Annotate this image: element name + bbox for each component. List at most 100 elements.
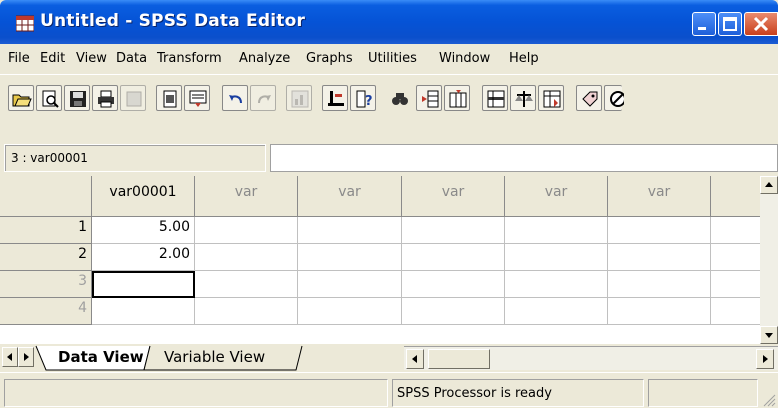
processor-status: SPSS Processor is ready bbox=[392, 379, 644, 407]
data-cell[interactable] bbox=[711, 244, 760, 271]
horizontal-scroll-thumb[interactable] bbox=[428, 349, 490, 369]
menu-graphs[interactable]: Graphs bbox=[306, 51, 353, 66]
undo-dialog-button[interactable] bbox=[156, 85, 182, 111]
split-file-button[interactable] bbox=[482, 85, 508, 111]
tab-prev-button[interactable] bbox=[2, 347, 18, 367]
scroll-up-button[interactable] bbox=[760, 176, 778, 194]
svg-text:?: ? bbox=[365, 94, 373, 109]
print-button[interactable] bbox=[92, 85, 118, 111]
goto-chart-button[interactable] bbox=[286, 85, 312, 111]
select-cases-button[interactable] bbox=[538, 85, 564, 111]
data-cell[interactable] bbox=[402, 217, 505, 244]
spss-grid-icon bbox=[16, 15, 34, 32]
arrow-left-icon bbox=[412, 355, 417, 363]
goto-case-button[interactable] bbox=[184, 85, 210, 111]
value-labels-button[interactable] bbox=[576, 85, 602, 111]
scroll-right-button[interactable] bbox=[756, 349, 774, 369]
data-cell[interactable] bbox=[711, 217, 760, 244]
maximize-icon bbox=[723, 17, 737, 31]
close-button[interactable] bbox=[744, 12, 778, 36]
vertical-scrollbar[interactable] bbox=[760, 176, 778, 344]
data-cell[interactable] bbox=[195, 298, 298, 325]
use-sets-button[interactable] bbox=[604, 85, 624, 111]
menu-file[interactable]: File bbox=[8, 51, 30, 66]
variables-button[interactable]: ? bbox=[350, 85, 376, 111]
menu-help[interactable]: Help bbox=[509, 51, 539, 66]
column-header[interactable]: var bbox=[608, 176, 711, 217]
menu-data[interactable]: Data bbox=[116, 51, 147, 66]
data-cell[interactable] bbox=[195, 271, 298, 298]
data-cell[interactable] bbox=[505, 217, 608, 244]
data-cell[interactable] bbox=[402, 244, 505, 271]
data-cell[interactable] bbox=[608, 298, 711, 325]
goto-case-icon bbox=[189, 90, 207, 107]
maximize-button[interactable] bbox=[718, 12, 742, 36]
data-cell[interactable] bbox=[195, 244, 298, 271]
data-cell[interactable] bbox=[711, 298, 760, 325]
menu-analyze[interactable]: Analyze bbox=[239, 51, 290, 66]
cell-value-editor[interactable] bbox=[270, 144, 778, 172]
data-cell[interactable] bbox=[298, 217, 402, 244]
data-cell[interactable] bbox=[298, 298, 402, 325]
minimize-button[interactable] bbox=[692, 12, 716, 36]
scroll-down-button[interactable] bbox=[760, 326, 778, 344]
weight-cases-button[interactable] bbox=[510, 85, 536, 111]
insert-cases-button[interactable] bbox=[416, 85, 442, 111]
horizontal-scrollbar[interactable] bbox=[404, 346, 778, 370]
data-cell[interactable] bbox=[505, 244, 608, 271]
menu-utilities[interactable]: Utilities bbox=[368, 51, 417, 66]
dialog-recall-icon bbox=[126, 91, 142, 107]
data-cell[interactable]: 2.00 bbox=[92, 244, 195, 271]
print-preview-button[interactable] bbox=[36, 85, 62, 111]
row-header[interactable]: 4 bbox=[0, 298, 92, 325]
data-cell[interactable] bbox=[505, 298, 608, 325]
menu-edit[interactable]: Edit bbox=[40, 51, 65, 66]
row-header[interactable]: 1 bbox=[0, 217, 92, 244]
data-cell[interactable] bbox=[402, 271, 505, 298]
goto-case-bar-icon bbox=[328, 91, 344, 106]
column-header[interactable]: var bbox=[505, 176, 608, 217]
redo-button[interactable] bbox=[250, 85, 276, 111]
data-cell[interactable] bbox=[505, 271, 608, 298]
arrow-right-icon bbox=[763, 355, 768, 363]
data-cell[interactable] bbox=[402, 298, 505, 325]
resize-grip-icon[interactable] bbox=[762, 393, 776, 407]
cell-reference: 3 : var00001 bbox=[4, 144, 266, 172]
menu-view[interactable]: View bbox=[76, 51, 107, 66]
undo-button[interactable] bbox=[222, 85, 248, 111]
active-data-cell[interactable] bbox=[92, 271, 195, 298]
insert-variable-button[interactable] bbox=[444, 85, 470, 111]
weight-cases-icon bbox=[515, 91, 533, 107]
data-cell[interactable] bbox=[195, 217, 298, 244]
row-header[interactable]: 2 bbox=[0, 244, 92, 271]
menu-window[interactable]: Window bbox=[439, 51, 490, 66]
open-file-button[interactable] bbox=[8, 85, 34, 111]
tab-next-button[interactable] bbox=[18, 347, 34, 367]
data-cell[interactable] bbox=[608, 217, 711, 244]
grid-corner[interactable] bbox=[0, 176, 92, 217]
scroll-left-button[interactable] bbox=[406, 349, 424, 369]
column-header[interactable]: v bbox=[711, 176, 760, 217]
data-cell[interactable]: 5.00 bbox=[92, 217, 195, 244]
menu-transform[interactable]: Transform bbox=[157, 51, 222, 66]
dialog-recall-button[interactable] bbox=[120, 85, 146, 111]
data-cell[interactable] bbox=[608, 244, 711, 271]
column-header[interactable]: var bbox=[298, 176, 402, 217]
column-header[interactable]: var bbox=[195, 176, 298, 217]
find-button[interactable] bbox=[386, 85, 412, 111]
data-cell[interactable] bbox=[92, 298, 195, 325]
save-button[interactable] bbox=[64, 85, 90, 111]
column-header[interactable]: var bbox=[402, 176, 505, 217]
data-cell[interactable] bbox=[298, 271, 402, 298]
print-preview-icon bbox=[42, 90, 59, 108]
data-cell[interactable] bbox=[608, 271, 711, 298]
data-cell[interactable] bbox=[711, 271, 760, 298]
title-bar[interactable]: Untitled - SPSS Data Editor bbox=[0, 0, 778, 44]
data-cell[interactable] bbox=[298, 244, 402, 271]
row-header[interactable]: 3 bbox=[0, 271, 92, 298]
status-pane-info bbox=[648, 379, 758, 407]
tab-variable-view[interactable]: Variable View bbox=[156, 346, 273, 368]
column-header[interactable]: var00001 bbox=[92, 176, 195, 217]
tab-data-view[interactable]: Data View bbox=[50, 346, 152, 368]
goto-case-bar-button[interactable] bbox=[322, 85, 348, 111]
